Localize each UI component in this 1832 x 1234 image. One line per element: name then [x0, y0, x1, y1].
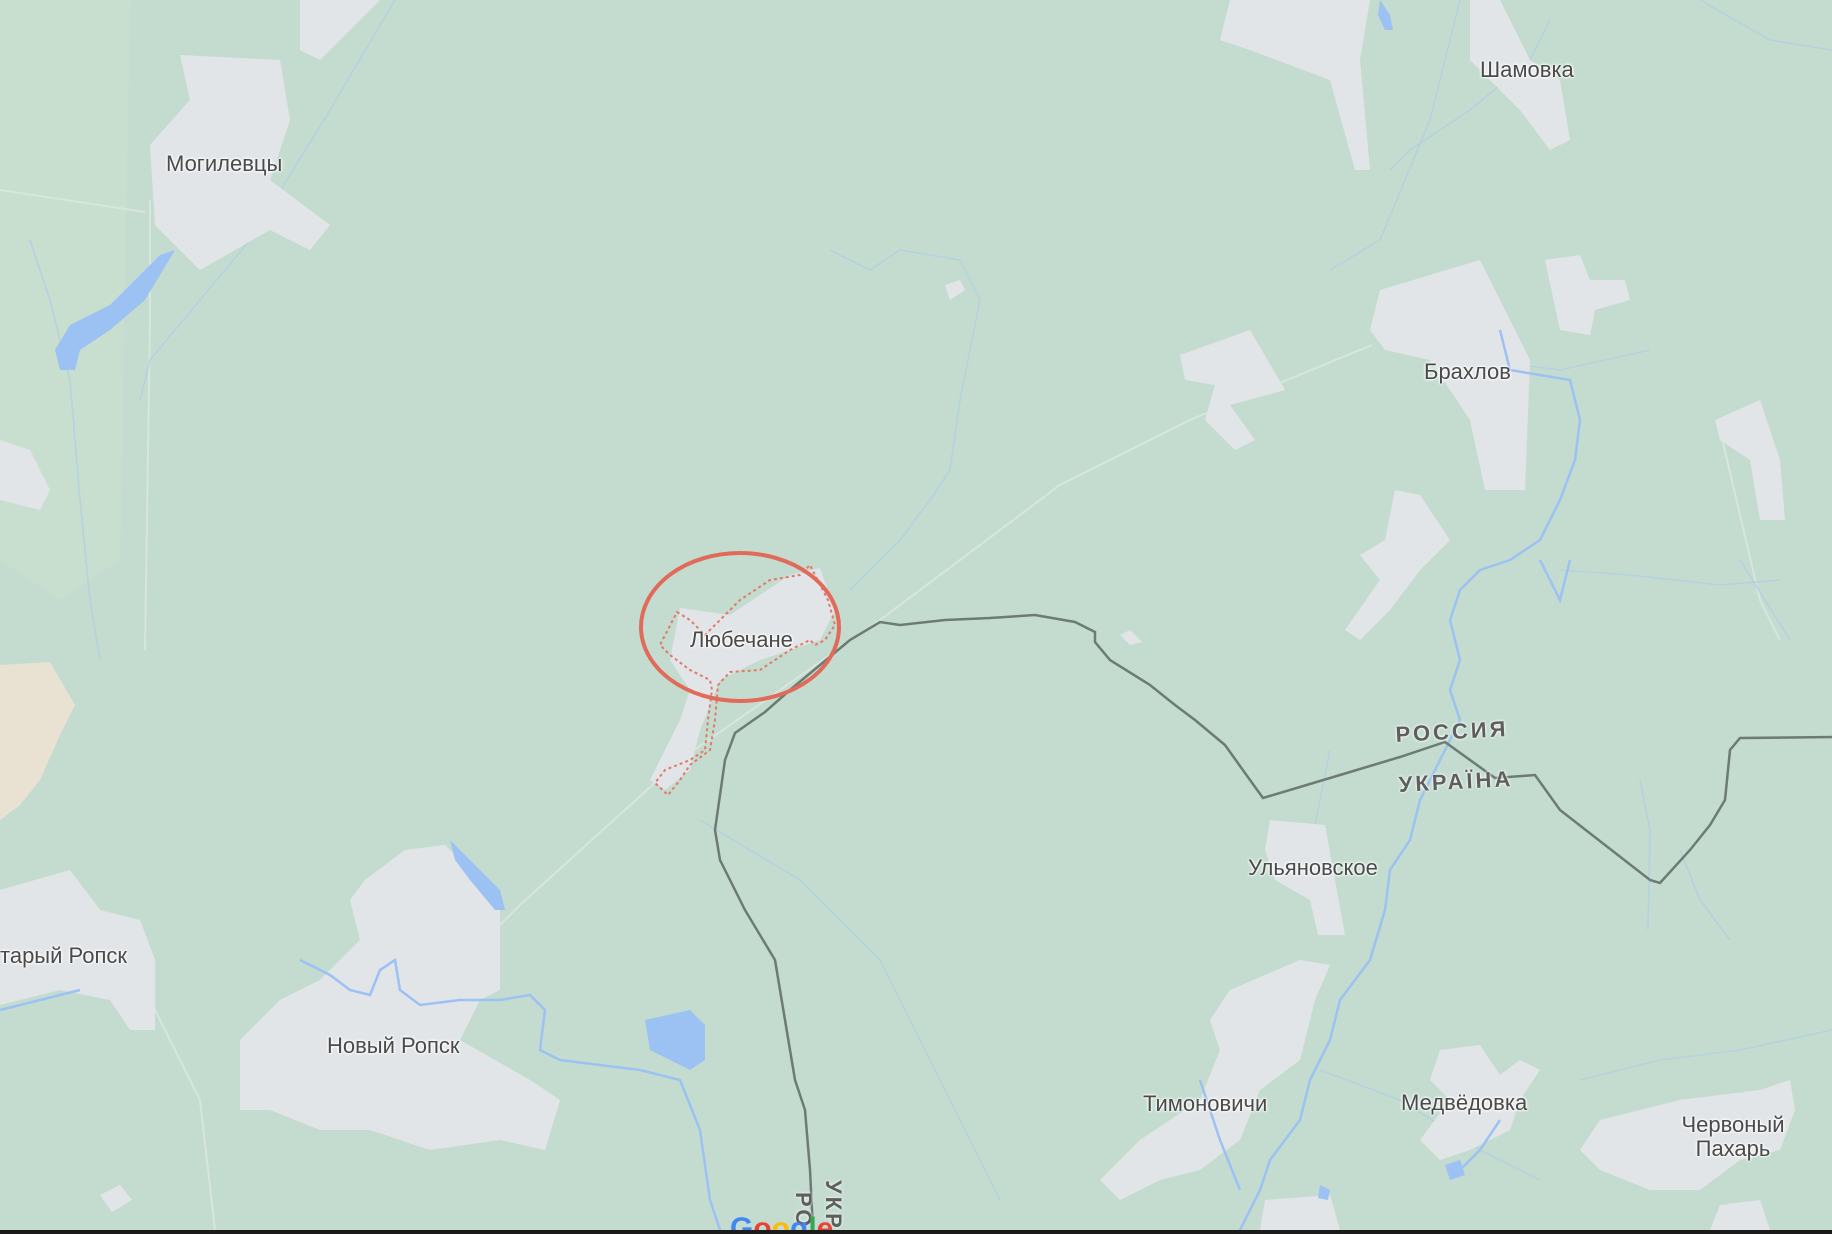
- place-label-medvedovka[interactable]: Медвёдовка: [1401, 1091, 1527, 1115]
- bottom-bar: [0, 1230, 1832, 1234]
- place-label-mogilevtsy[interactable]: Могилевцы: [166, 152, 282, 176]
- place-label-novy-ropsk[interactable]: Новый Ропск: [327, 1034, 460, 1058]
- place-label-timonovichi[interactable]: Тимоновичи: [1143, 1092, 1267, 1116]
- place-label-shamovka[interactable]: Шамовка: [1480, 58, 1574, 82]
- place-label-brakhlov[interactable]: Брахлов: [1424, 360, 1511, 384]
- map-canvas[interactable]: Могилевцы Шамовка Брахлов Любечане тарый…: [0, 0, 1832, 1230]
- google-logo: Google: [730, 1214, 840, 1230]
- place-label-ulyanovskoe[interactable]: Ульяновское: [1248, 856, 1378, 880]
- place-label-stary-ropsk[interactable]: тарый Ропск: [0, 944, 127, 968]
- map-base: [0, 0, 1832, 1230]
- place-label-lyubechane[interactable]: Любечане: [690, 628, 793, 652]
- place-label-chervony-pakhar[interactable]: Червоный Пахарь: [1681, 1113, 1784, 1161]
